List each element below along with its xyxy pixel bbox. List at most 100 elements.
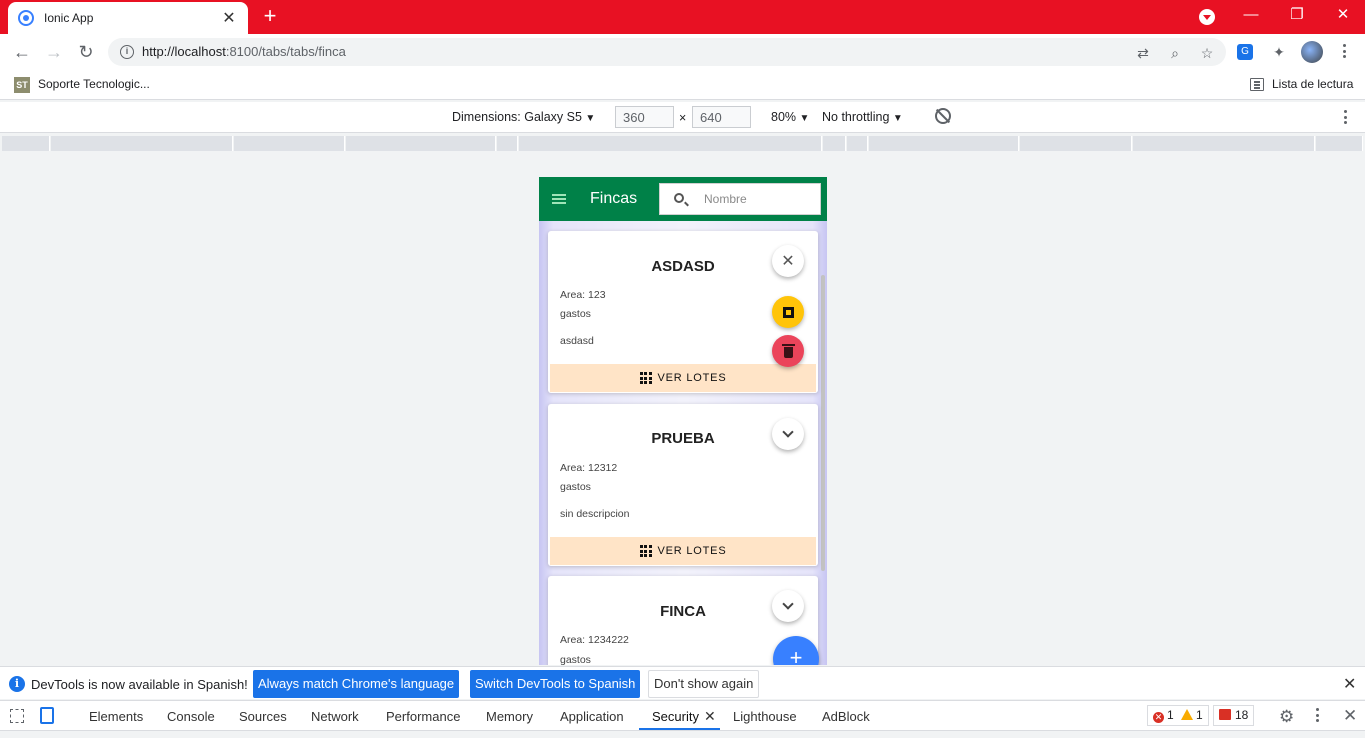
search-input[interactable]: Nombre xyxy=(659,183,821,215)
browser-tab[interactable]: Ionic App ✕ xyxy=(8,2,248,34)
media-query-segment[interactable] xyxy=(869,136,1019,151)
inspect-element-icon[interactable] xyxy=(10,709,24,723)
device-screen: Fincas Nombre ASDASD Area: 123 gastos as… xyxy=(539,177,827,665)
delete-button[interactable] xyxy=(772,335,804,367)
tab-lighthouse[interactable]: Lighthouse xyxy=(733,709,797,724)
page-title: Fincas xyxy=(590,190,638,207)
tab-network[interactable]: Network xyxy=(311,709,359,724)
tab-security[interactable]: Security xyxy=(652,709,699,724)
chrome-menu-icon[interactable] xyxy=(1343,44,1347,60)
chevron-down-icon xyxy=(782,598,794,610)
width-input[interactable]: 360 xyxy=(615,106,674,128)
finca-card: PRUEBA Area: 12312 gastos sin descripcio… xyxy=(548,404,818,566)
reading-list-button[interactable]: Lista de lectura xyxy=(1272,77,1353,91)
translate-icon[interactable]: ⇄ xyxy=(1134,44,1152,62)
media-query-segment[interactable] xyxy=(2,136,50,151)
media-query-segment[interactable] xyxy=(497,136,518,151)
device-toolbar: Dimensions: Galaxy S5 ▼ 360 × 640 80% ▼ … xyxy=(0,102,1365,133)
menu-icon[interactable] xyxy=(552,194,566,196)
tab-application[interactable]: Application xyxy=(560,709,624,724)
tab-close-icon[interactable]: ✕ xyxy=(704,708,716,725)
close-devtools-icon[interactable]: ✕ xyxy=(1343,706,1357,726)
forward-arrow-icon[interactable]: → xyxy=(42,40,66,64)
scrollbar[interactable] xyxy=(821,275,825,571)
media-query-segment[interactable] xyxy=(823,136,846,151)
profile-menu-icon[interactable] xyxy=(1199,9,1215,25)
expand-actions-button[interactable] xyxy=(772,590,804,622)
height-input[interactable]: 640 xyxy=(692,106,751,128)
zoom-icon[interactable]: ⌕ xyxy=(1166,44,1184,62)
throttling-select[interactable]: No throttling ▼ xyxy=(822,110,903,124)
ver-lotes-button[interactable]: VER LOTES xyxy=(550,364,816,392)
devtools-panel-edge xyxy=(0,730,1365,738)
media-query-segment[interactable] xyxy=(519,136,822,151)
window-close-button[interactable]: ✕ xyxy=(1320,0,1365,30)
reload-icon[interactable]: ↻ xyxy=(74,40,98,64)
restore-button[interactable]: ❐ xyxy=(1274,0,1320,30)
tab-adblock[interactable]: AdBlock xyxy=(822,709,870,724)
info-icon: i xyxy=(9,676,25,692)
url-text[interactable]: http://localhost:8100/tabs/tabs/finca xyxy=(142,44,346,59)
device-toggle-icon[interactable] xyxy=(40,707,54,724)
device-toolbar-more-icon[interactable] xyxy=(1344,110,1348,126)
bookmarks-bar: ST Soporte Tecnologic... Lista de lectur… xyxy=(0,70,1365,100)
dimensions-select[interactable]: Dimensions: Galaxy S5 ▼ xyxy=(452,110,595,124)
expand-actions-button[interactable] xyxy=(772,418,804,450)
address-bar[interactable]: i http://localhost:8100/tabs/tabs/finca … xyxy=(108,38,1226,66)
close-icon[interactable]: ✕ xyxy=(1343,674,1356,694)
switch-to-spanish-button[interactable]: Switch DevTools to Spanish xyxy=(470,670,641,698)
edit-button[interactable] xyxy=(772,296,804,328)
rotate-icon[interactable] xyxy=(935,108,951,124)
media-query-segment[interactable] xyxy=(847,136,868,151)
bookmark-soporte[interactable]: Soporte Tecnologic... xyxy=(38,77,150,91)
media-query-segment[interactable] xyxy=(346,136,496,151)
gear-icon[interactable]: ⚙ xyxy=(1279,707,1294,727)
finca-description: sin descripcion xyxy=(560,508,630,520)
tab-elements[interactable]: Elements xyxy=(89,709,143,724)
finca-card: ASDASD Area: 123 gastos asdasd VER LOTES… xyxy=(548,231,818,393)
minimize-button[interactable]: — xyxy=(1228,0,1274,30)
new-tab-button[interactable]: + xyxy=(258,4,282,28)
media-query-segment[interactable] xyxy=(1020,136,1132,151)
back-arrow-icon[interactable]: ← xyxy=(10,40,34,64)
media-query-segment[interactable] xyxy=(234,136,345,151)
bookmark-favicon-icon: ST xyxy=(14,77,30,93)
avatar[interactable] xyxy=(1301,41,1323,63)
tab-memory[interactable]: Memory xyxy=(486,709,533,724)
console-counter[interactable]: ✕ 1 1 xyxy=(1147,705,1209,726)
site-info-icon[interactable]: i xyxy=(120,45,134,59)
always-match-language-button[interactable]: Always match Chrome's language xyxy=(253,670,460,698)
bookmark-star-icon[interactable]: ☆ xyxy=(1198,44,1216,62)
grid-icon xyxy=(639,372,652,384)
close-actions-button[interactable]: ✕ xyxy=(772,245,804,277)
google-translate-extension-icon[interactable]: G xyxy=(1237,44,1253,60)
tab-sources[interactable]: Sources xyxy=(239,709,287,724)
reading-list-icon[interactable] xyxy=(1250,78,1264,91)
finca-list: ASDASD Area: 123 gastos asdasd VER LOTES… xyxy=(539,221,827,665)
language-notice-bar: i DevTools is now available in Spanish! … xyxy=(0,666,1365,699)
close-icon: ✕ xyxy=(781,253,795,270)
media-query-segment[interactable] xyxy=(1133,136,1315,151)
browser-toolbar: ← → ↻ i http://localhost:8100/tabs/tabs/… xyxy=(0,34,1365,70)
devtools-tabbar: Elements Console Sources Network Perform… xyxy=(0,700,1365,730)
finca-gastos: gastos xyxy=(560,654,591,665)
tab-console[interactable]: Console xyxy=(167,709,215,724)
issues-icon xyxy=(1219,709,1231,720)
finca-description: asdasd xyxy=(560,335,594,347)
extensions-puzzle-icon[interactable]: ✦ xyxy=(1269,42,1289,62)
finca-gastos: gastos xyxy=(560,308,591,320)
devtools-more-icon[interactable] xyxy=(1316,708,1320,724)
search-placeholder: Nombre xyxy=(704,192,747,206)
issues-counter[interactable]: 18 xyxy=(1213,705,1255,726)
dont-show-again-button[interactable]: Don't show again xyxy=(648,670,760,698)
media-query-segment[interactable] xyxy=(1316,136,1363,151)
media-query-bar xyxy=(0,134,1365,152)
zoom-select[interactable]: 80% ▼ xyxy=(771,110,809,124)
ver-lotes-button[interactable]: VER LOTES xyxy=(550,537,816,565)
tab-close-icon[interactable]: ✕ xyxy=(220,8,238,28)
window-titlebar: Ionic App ✕ + — ❐ ✕ xyxy=(0,0,1365,34)
chevron-down-icon xyxy=(782,426,794,438)
tab-performance[interactable]: Performance xyxy=(386,709,460,724)
media-query-segment[interactable] xyxy=(51,136,233,151)
app-header: Fincas Nombre xyxy=(539,177,827,221)
